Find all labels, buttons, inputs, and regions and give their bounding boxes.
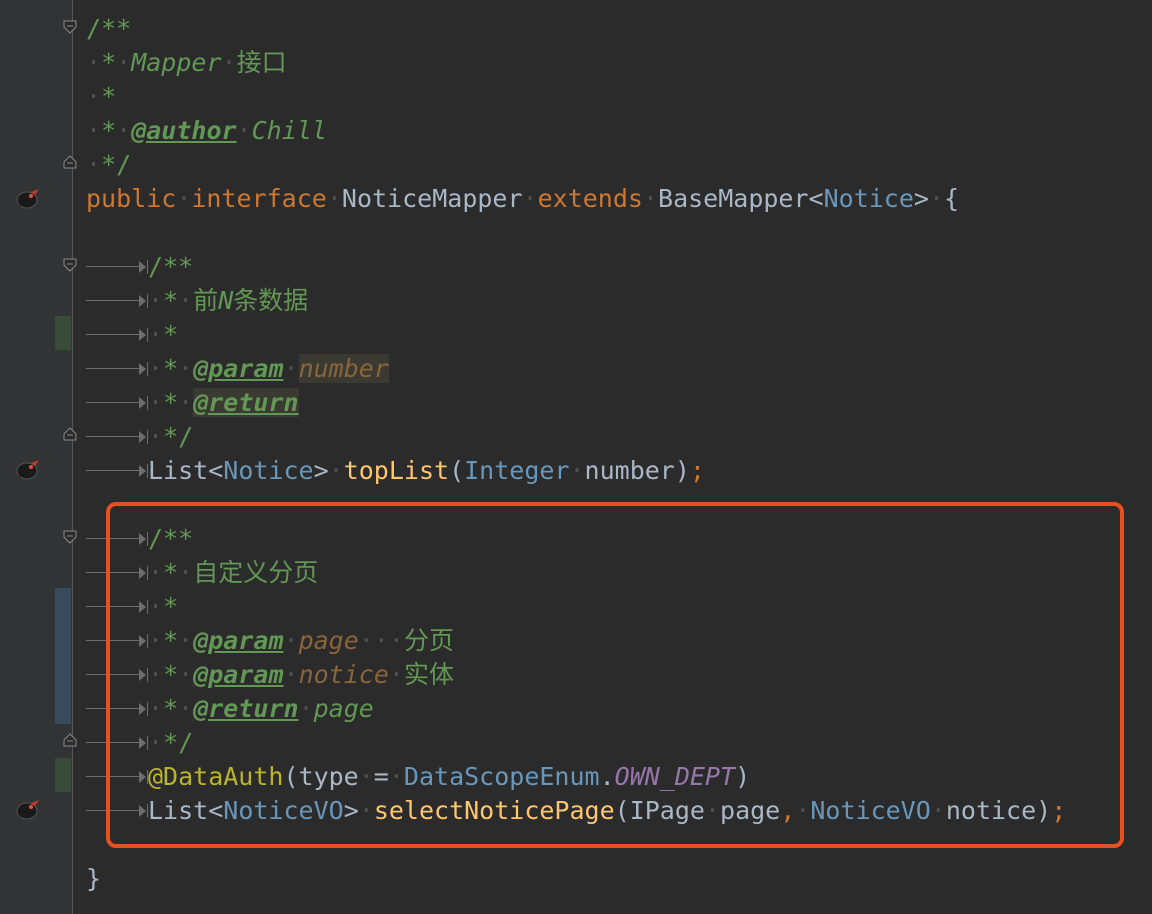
code-token: · — [328, 456, 344, 485]
code-token: · — [642, 184, 659, 213]
code-token: ; — [689, 456, 705, 485]
code-token: · — [283, 354, 299, 383]
code-token: · — [522, 184, 538, 213]
code-token: > — [913, 184, 929, 213]
code-token: · — [86, 150, 102, 179]
code-line[interactable]: public·interface·NoticeMapper·extends·Ba… — [86, 182, 959, 216]
code-token: */ — [163, 422, 194, 451]
code-line[interactable]: ·*·@param·number — [86, 352, 389, 386]
vcs-change-marker[interactable] — [55, 758, 71, 792]
code-token: · — [116, 116, 132, 145]
code-line[interactable]: ·*·@author·Chill — [86, 114, 327, 148]
code-token: · — [178, 354, 194, 383]
code-token: */ — [101, 150, 132, 179]
code-token: · — [928, 184, 945, 213]
code-line[interactable]: /** — [86, 250, 193, 284]
code-token: Chill — [251, 116, 327, 145]
code-token: 接口 — [236, 48, 287, 77]
code-line[interactable]: } — [86, 862, 101, 896]
code-line[interactable]: ·*·@return — [86, 386, 299, 420]
code-token: * — [101, 82, 117, 111]
code-token: /** — [148, 252, 194, 281]
vcs-change-marker[interactable] — [55, 588, 71, 724]
code-token: ( — [449, 456, 465, 485]
code-token: topList — [343, 456, 450, 485]
code-token: * — [101, 48, 117, 77]
fold-close-icon[interactable] — [63, 733, 77, 747]
highlight-box — [106, 502, 1124, 848]
code-token: @param — [193, 354, 284, 383]
code-token: 条数据 — [233, 286, 309, 315]
code-token: · — [326, 184, 342, 213]
code-token: 前 — [193, 286, 219, 315]
code-token: * — [163, 354, 179, 383]
code-line[interactable]: ·*/ — [86, 148, 131, 182]
code-token: * — [163, 320, 179, 349]
code-token: * — [101, 116, 117, 145]
code-token: Notice — [223, 456, 314, 485]
mybatis-bird-icon[interactable] — [13, 457, 41, 481]
code-token: /** — [86, 14, 132, 43]
code-line[interactable]: List<Notice>·topList(Integer·number); — [86, 454, 705, 488]
code-line[interactable]: /** — [86, 12, 131, 46]
code-token: Integer — [464, 456, 570, 485]
code-token: · — [178, 388, 194, 417]
code-token: public — [86, 184, 177, 213]
code-token: · — [569, 456, 585, 485]
code-token: · — [221, 48, 237, 77]
code-token: * — [163, 388, 179, 417]
code-token: NoticeMapper — [341, 184, 523, 213]
code-token: * — [163, 286, 179, 315]
code-token: List< — [148, 456, 224, 485]
code-token: · — [86, 116, 102, 145]
fold-close-icon[interactable] — [63, 155, 77, 169]
code-token: interface — [191, 184, 327, 213]
code-line[interactable]: ·* — [86, 80, 116, 114]
code-line[interactable]: ·* — [86, 318, 178, 352]
mybatis-bird-icon[interactable] — [13, 797, 41, 821]
code-line[interactable]: ·*·Mapper·接口 — [86, 46, 287, 80]
code-token: · — [86, 82, 102, 111]
vcs-change-marker[interactable] — [55, 316, 71, 350]
code-token: Mapper — [131, 48, 222, 77]
code-token: · — [236, 116, 252, 145]
code-token: > — [313, 456, 329, 485]
code-token: · — [176, 184, 192, 213]
code-token: · — [148, 286, 164, 315]
code-token: · — [148, 422, 164, 451]
code-token: extends — [537, 184, 643, 213]
code-token: Notice — [823, 184, 914, 213]
fold-close-icon[interactable] — [63, 427, 77, 441]
code-line[interactable]: ·*/ — [86, 420, 193, 454]
code-token: · — [178, 286, 194, 315]
code-token: { — [944, 184, 960, 213]
code-token: · — [86, 48, 102, 77]
code-token: · — [148, 354, 164, 383]
code-token: @author — [131, 116, 237, 145]
fold-open-icon[interactable] — [63, 530, 77, 544]
code-token: · — [116, 48, 132, 77]
code-token: @return — [193, 388, 299, 417]
fold-open-icon[interactable] — [63, 258, 77, 272]
fold-open-icon[interactable] — [63, 20, 77, 34]
code-token: BaseMapper< — [658, 184, 824, 213]
code-token: · — [148, 320, 164, 349]
gutter-divider — [72, 0, 73, 914]
code-line[interactable]: ·*·前N条数据 — [86, 284, 308, 318]
code-token: number — [298, 354, 389, 383]
code-token: N — [218, 286, 234, 315]
mybatis-bird-icon[interactable] — [13, 186, 41, 210]
code-token: } — [86, 864, 102, 893]
code-token: · — [148, 388, 164, 417]
code-token: number) — [584, 456, 690, 485]
